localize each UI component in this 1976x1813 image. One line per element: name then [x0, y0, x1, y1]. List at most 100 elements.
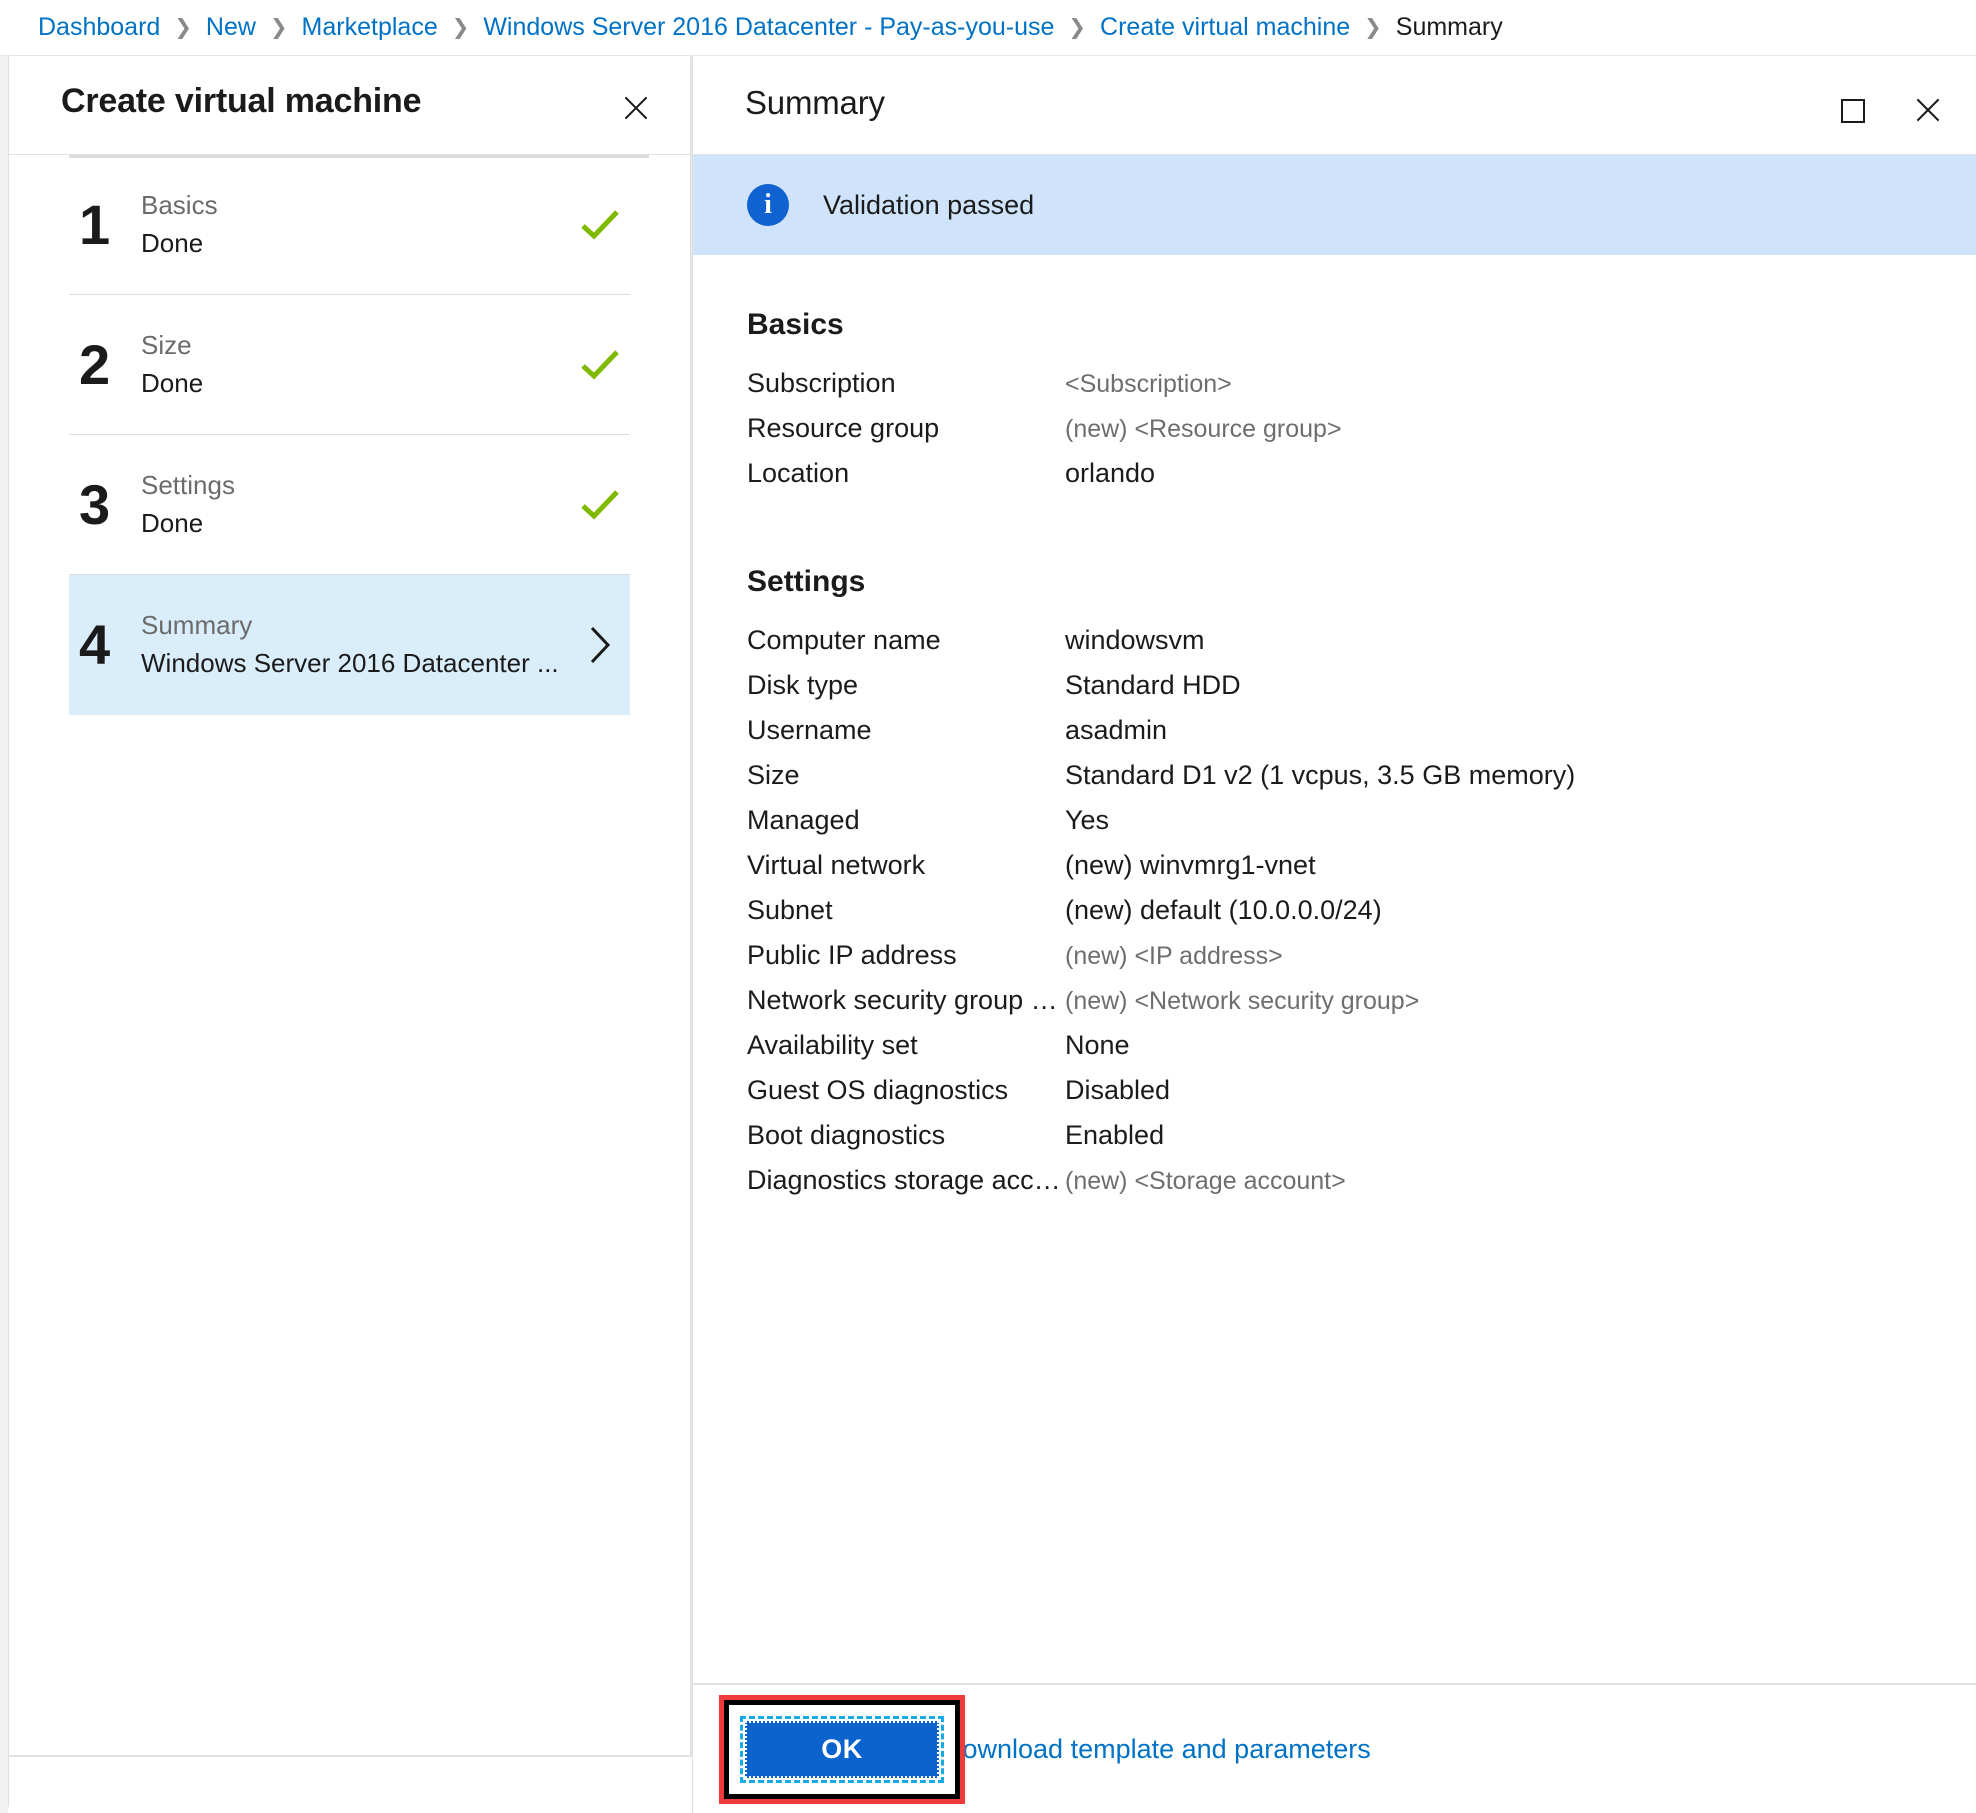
breadcrumb-item-create-virtual-machine[interactable]: Create virtual machine — [1100, 13, 1350, 42]
breadcrumb-item-summary: Summary — [1395, 13, 1503, 41]
breadcrumb-item-marketplace[interactable]: Marketplace — [302, 13, 438, 42]
wizard-step-settings[interactable]: 3 Settings Done — [69, 435, 630, 575]
summary-row: Resource group (new) <Resource group> — [747, 413, 1976, 458]
create-vm-title: Create virtual machine — [61, 82, 422, 120]
validation-banner: i Validation passed — [693, 155, 1976, 255]
wizard-step-status: Done — [141, 367, 204, 398]
row-value: asadmin — [1065, 715, 1168, 745]
breadcrumb-separator-icon: ❯ — [451, 16, 470, 39]
summary-row: Diagnostics storage account (new) <Stora… — [747, 1165, 1976, 1210]
wizard-step-label: Summary — [141, 610, 253, 641]
summary-row: Subnet (new) default (10.0.0.0/24) — [747, 895, 1976, 940]
row-value: Enabled — [1065, 1120, 1165, 1150]
summary-row: Location orlando — [747, 458, 1976, 503]
settings-table: Computer name windowsvm Disk type Standa… — [747, 625, 1976, 1210]
wizard-step-label: Basics — [141, 189, 218, 220]
row-value: <Subscription> — [1065, 370, 1232, 398]
row-key: Network security group (fire... — [747, 985, 1065, 1015]
create-vm-blade-footer — [9, 1755, 692, 1813]
row-key: Public IP address — [747, 940, 957, 970]
info-icon: i — [747, 184, 789, 226]
check-icon — [570, 489, 630, 521]
wizard-step-text: Size Done — [135, 327, 570, 402]
summary-row: Subscription <Subscription> — [747, 368, 1976, 413]
breadcrumb: Dashboard ❯ New ❯ Marketplace ❯ Windows … — [0, 0, 1976, 56]
row-value: (new) <Network security group> — [1065, 987, 1420, 1015]
summary-row: Boot diagnostics Enabled — [747, 1120, 1976, 1165]
blades-container: Create virtual machine 1 Basics Done 2 S… — [0, 56, 1976, 1813]
summary-row: Disk type Standard HDD — [747, 670, 1976, 715]
wizard-step-status: Done — [141, 507, 204, 538]
maximize-button[interactable] — [1836, 94, 1870, 128]
close-button-summary-blade[interactable] — [1910, 92, 1946, 128]
row-key: Diagnostics storage account — [747, 1165, 1065, 1195]
row-value: Standard D1 v2 (1 vcpus, 3.5 GB memory) — [1065, 760, 1576, 790]
row-key: Managed — [747, 805, 860, 835]
focus-ring: OK — [740, 1715, 944, 1783]
close-icon — [621, 93, 651, 123]
summary-row: Public IP address (new) <IP address> — [747, 940, 1976, 985]
row-value: Standard HDD — [1065, 670, 1241, 700]
row-key: Guest OS diagnostics — [747, 1075, 1009, 1105]
summary-blade-footer: OK Download template and parameters — [693, 1683, 1976, 1813]
row-value: (new) <Resource group> — [1065, 415, 1342, 443]
row-key: Disk type — [747, 670, 859, 700]
summary-row: Availability set None — [747, 1030, 1976, 1075]
summary-title: Summary — [745, 84, 885, 121]
row-value: (new) winvmrg1-vnet — [1065, 850, 1316, 880]
ok-button-highlight-annotation: OK — [719, 1694, 965, 1804]
summary-row: Username asadmin — [747, 715, 1976, 760]
wizard-step-label: Size — [141, 329, 192, 360]
breadcrumb-item-new[interactable]: New — [206, 13, 256, 42]
wizard-step-size[interactable]: 2 Size Done — [69, 295, 630, 435]
summary-row: Guest OS diagnostics Disabled — [747, 1075, 1976, 1120]
maximize-icon — [1841, 99, 1865, 123]
row-value: None — [1065, 1030, 1130, 1060]
wizard-step-text: Settings Done — [135, 467, 570, 542]
summary-row: Virtual network (new) winvmrg1-vnet — [747, 850, 1976, 895]
wizard-step-number: 1 — [79, 192, 111, 256]
row-value: orlando — [1065, 458, 1156, 488]
check-icon — [570, 209, 630, 241]
summary-row: Computer name windowsvm — [747, 625, 1976, 670]
row-key: Subnet — [747, 895, 833, 925]
close-button-left-blade[interactable] — [618, 90, 654, 126]
wizard-step-status: Windows Server 2016 Datacenter ... — [141, 648, 559, 678]
wizard-step-summary[interactable]: 4 Summary Windows Server 2016 Datacenter… — [69, 575, 630, 715]
wizard-step-number: 4 — [79, 613, 111, 676]
app-root: Dashboard ❯ New ❯ Marketplace ❯ Windows … — [0, 0, 1976, 1813]
wizard-step-label: Settings — [141, 469, 235, 500]
row-key: Computer name — [747, 625, 941, 655]
check-icon — [570, 349, 630, 381]
ok-button[interactable]: OK — [745, 1720, 939, 1778]
row-key: Availability set — [747, 1030, 918, 1060]
wizard-steps-list: 1 Basics Done 2 Size Done 3 Settings Don… — [9, 155, 690, 715]
breadcrumb-separator-icon: ❯ — [269, 16, 288, 39]
row-key: Virtual network — [747, 850, 926, 880]
breadcrumb-item-windows-server[interactable]: Windows Server 2016 Datacenter - Pay-as-… — [483, 13, 1054, 42]
breadcrumb-separator-icon: ❯ — [1364, 16, 1382, 39]
wizard-step-text: Summary Windows Server 2016 Datacenter .… — [135, 607, 570, 682]
chevron-right-icon — [570, 625, 630, 665]
row-key: Size — [747, 760, 800, 790]
row-value: (new) default (10.0.0.0/24) — [1065, 895, 1382, 925]
row-value: windowsvm — [1065, 625, 1205, 655]
breadcrumb-item-dashboard[interactable]: Dashboard — [38, 13, 160, 42]
summary-row: Size Standard D1 v2 (1 vcpus, 3.5 GB mem… — [747, 760, 1976, 805]
wizard-step-status: Done — [141, 227, 204, 258]
basics-table: Subscription <Subscription> Resource gro… — [747, 368, 1976, 503]
wizard-step-basics[interactable]: 1 Basics Done — [69, 155, 630, 295]
row-value: (new) <IP address> — [1065, 942, 1283, 970]
summary-blade: Summary i Validation passed Basics Subsc… — [692, 56, 1976, 1813]
wizard-step-number: 3 — [79, 472, 111, 536]
row-key: Boot diagnostics — [747, 1120, 946, 1150]
section-title-settings: Settings — [747, 565, 866, 598]
summary-blade-header: Summary — [693, 56, 1976, 155]
download-template-link[interactable]: Download template and parameters — [943, 1734, 1371, 1765]
validation-message: Validation passed — [823, 189, 1035, 220]
summary-row: Network security group (fire... (new) <N… — [747, 985, 1976, 1030]
breadcrumb-separator-icon: ❯ — [174, 16, 192, 39]
create-vm-blade-header: Create virtual machine — [9, 56, 690, 155]
wizard-step-text: Basics Done — [135, 187, 570, 262]
row-key: Location — [747, 458, 850, 488]
